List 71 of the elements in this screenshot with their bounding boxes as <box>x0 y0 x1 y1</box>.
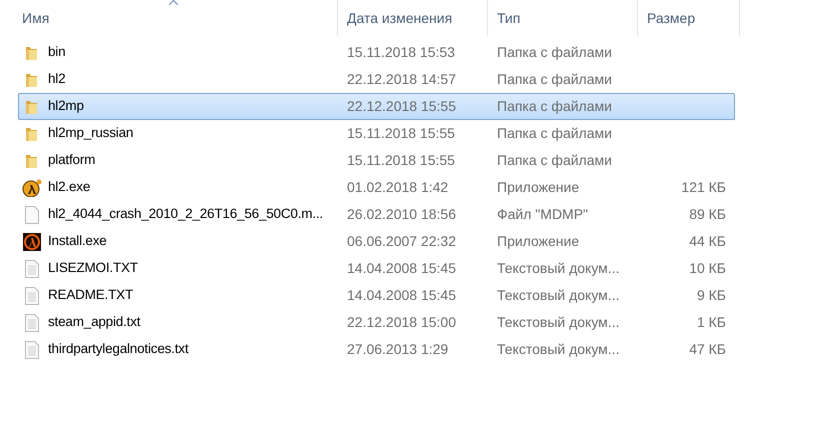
type-cell-text: Текстовый докум... <box>496 313 620 332</box>
type-cell-text: Папка с файлами <box>496 43 613 62</box>
file-row[interactable]: hl2_4044_crash_2010_2_26T16_56_50C0.m... 26.02.2010 18:56 Файл "MDMP" 89 КБ <box>18 201 735 228</box>
file-name: thirdpartylegalnotices.txt <box>48 340 188 358</box>
size-cell-text: 121 КБ <box>680 178 726 197</box>
type-cell-text: Папка с файлами <box>496 124 613 143</box>
file-row[interactable]: hl2.exe 01.02.2018 1:42 Приложение 121 КБ <box>18 174 735 201</box>
file-row[interactable]: hl2mp 22.12.2018 15:55 Папка с файлами <box>18 93 735 120</box>
file-row[interactable]: bin 15.11.2018 15:53 Папка с файлами <box>18 39 735 66</box>
file-row[interactable]: README.TXT 14.04.2008 15:45 Текстовый докум... 9 КБ <box>18 282 735 309</box>
file-name: hl2mp <box>48 97 84 116</box>
file-row[interactable]: thirdpartylegalnotices.txt 27.06.2013 1:29 Текстовый докум... 47 КБ <box>18 336 735 363</box>
file-name: platform <box>48 151 96 170</box>
file-name: hl2_4044_crash_2010_2_26T16_56_50C0.m... <box>48 205 323 224</box>
date-cell-text: 22.12.2018 15:55 <box>346 97 457 116</box>
column-header[interactable]: Имя <box>0 0 338 36</box>
size-cell-text: 89 КБ <box>688 205 726 224</box>
type-cell-text: Приложение <box>496 232 580 251</box>
document-icon <box>25 340 39 358</box>
column-header[interactable]: Размер <box>638 0 740 36</box>
lambda-icon <box>22 178 42 196</box>
date-cell-text: 26.02.2010 18:56 <box>346 205 457 224</box>
date-cell-text: 15.11.2018 15:55 <box>346 151 456 170</box>
file-row[interactable]: platform 15.11.2018 15:55 Папка с файлами <box>18 147 735 174</box>
column-header[interactable]: Дата изменения <box>338 0 488 36</box>
file-name: README.TXT <box>48 286 134 304</box>
date-cell-text: 06.06.2007 22:32 <box>346 232 457 251</box>
type-cell-text: Файл "MDMP" <box>496 205 590 224</box>
date-cell-text: 22.12.2018 14:57 <box>346 70 457 89</box>
folder-icon <box>24 72 40 88</box>
document-icon <box>25 286 39 304</box>
date-cell-text: 01.02.2018 1:42 <box>346 178 450 197</box>
document-icon <box>25 314 39 332</box>
lambda-icon <box>23 232 41 250</box>
folder-icon <box>24 152 40 168</box>
size-cell-text: 1 КБ <box>696 313 726 332</box>
file-row[interactable]: steam_appid.txt 22.12.2018 15:00 Текстовый докум... 1 КБ <box>18 309 735 336</box>
folder-icon <box>24 98 40 114</box>
size-cell-text: 44 КБ <box>688 232 726 251</box>
column-header[interactable]: Тип <box>488 0 638 36</box>
file-name: bin <box>48 43 66 62</box>
type-cell-text: Текстовый докум... <box>496 259 620 278</box>
file-row[interactable]: Install.exe 06.06.2007 22:32 Приложение 44 КБ <box>18 228 735 255</box>
date-cell-text: 27.06.2013 1:29 <box>346 340 450 359</box>
type-cell-text: Текстовый докум... <box>496 340 620 359</box>
size-cell-text: 10 КБ <box>688 259 726 278</box>
type-cell-text: Папка с файлами <box>496 97 613 116</box>
file-row[interactable]: LISEZMOI.TXT 14.04.2008 15:45 Текстовый докум... 10 КБ <box>18 255 735 282</box>
folder-icon <box>24 44 40 60</box>
size-cell-text: 9 КБ <box>696 286 726 305</box>
file-name: hl2mp_russian <box>48 124 134 142</box>
size-cell-text: 47 КБ <box>688 340 726 359</box>
type-cell-text: Папка с файлами <box>496 70 613 89</box>
document-icon <box>25 260 39 278</box>
type-cell-text: Текстовый докум... <box>496 286 620 305</box>
file-name: hl2.exe <box>48 178 90 196</box>
type-cell-text: Приложение <box>496 178 580 197</box>
file-row[interactable]: hl2mp_russian 15.11.2018 15:55 Папка с файлами <box>18 120 735 147</box>
file-name: hl2 <box>48 70 66 88</box>
date-cell-text: 14.04.2008 15:45 <box>346 259 457 278</box>
file-name: LISEZMOI.TXT <box>48 259 138 278</box>
document-icon <box>25 206 39 224</box>
date-cell-text: 15.11.2018 15:55 <box>346 124 456 143</box>
folder-icon <box>24 126 40 142</box>
file-name: Install.exe <box>48 232 107 250</box>
date-cell-text: 14.04.2008 15:45 <box>346 286 457 305</box>
date-cell-text: 15.11.2018 15:53 <box>346 43 456 62</box>
file-name: steam_appid.txt <box>48 313 140 332</box>
type-cell-text: Папка с файлами <box>496 151 613 170</box>
file-row[interactable]: hl2 22.12.2018 14:57 Папка с файлами <box>18 66 735 93</box>
date-cell-text: 22.12.2018 15:00 <box>346 313 457 332</box>
